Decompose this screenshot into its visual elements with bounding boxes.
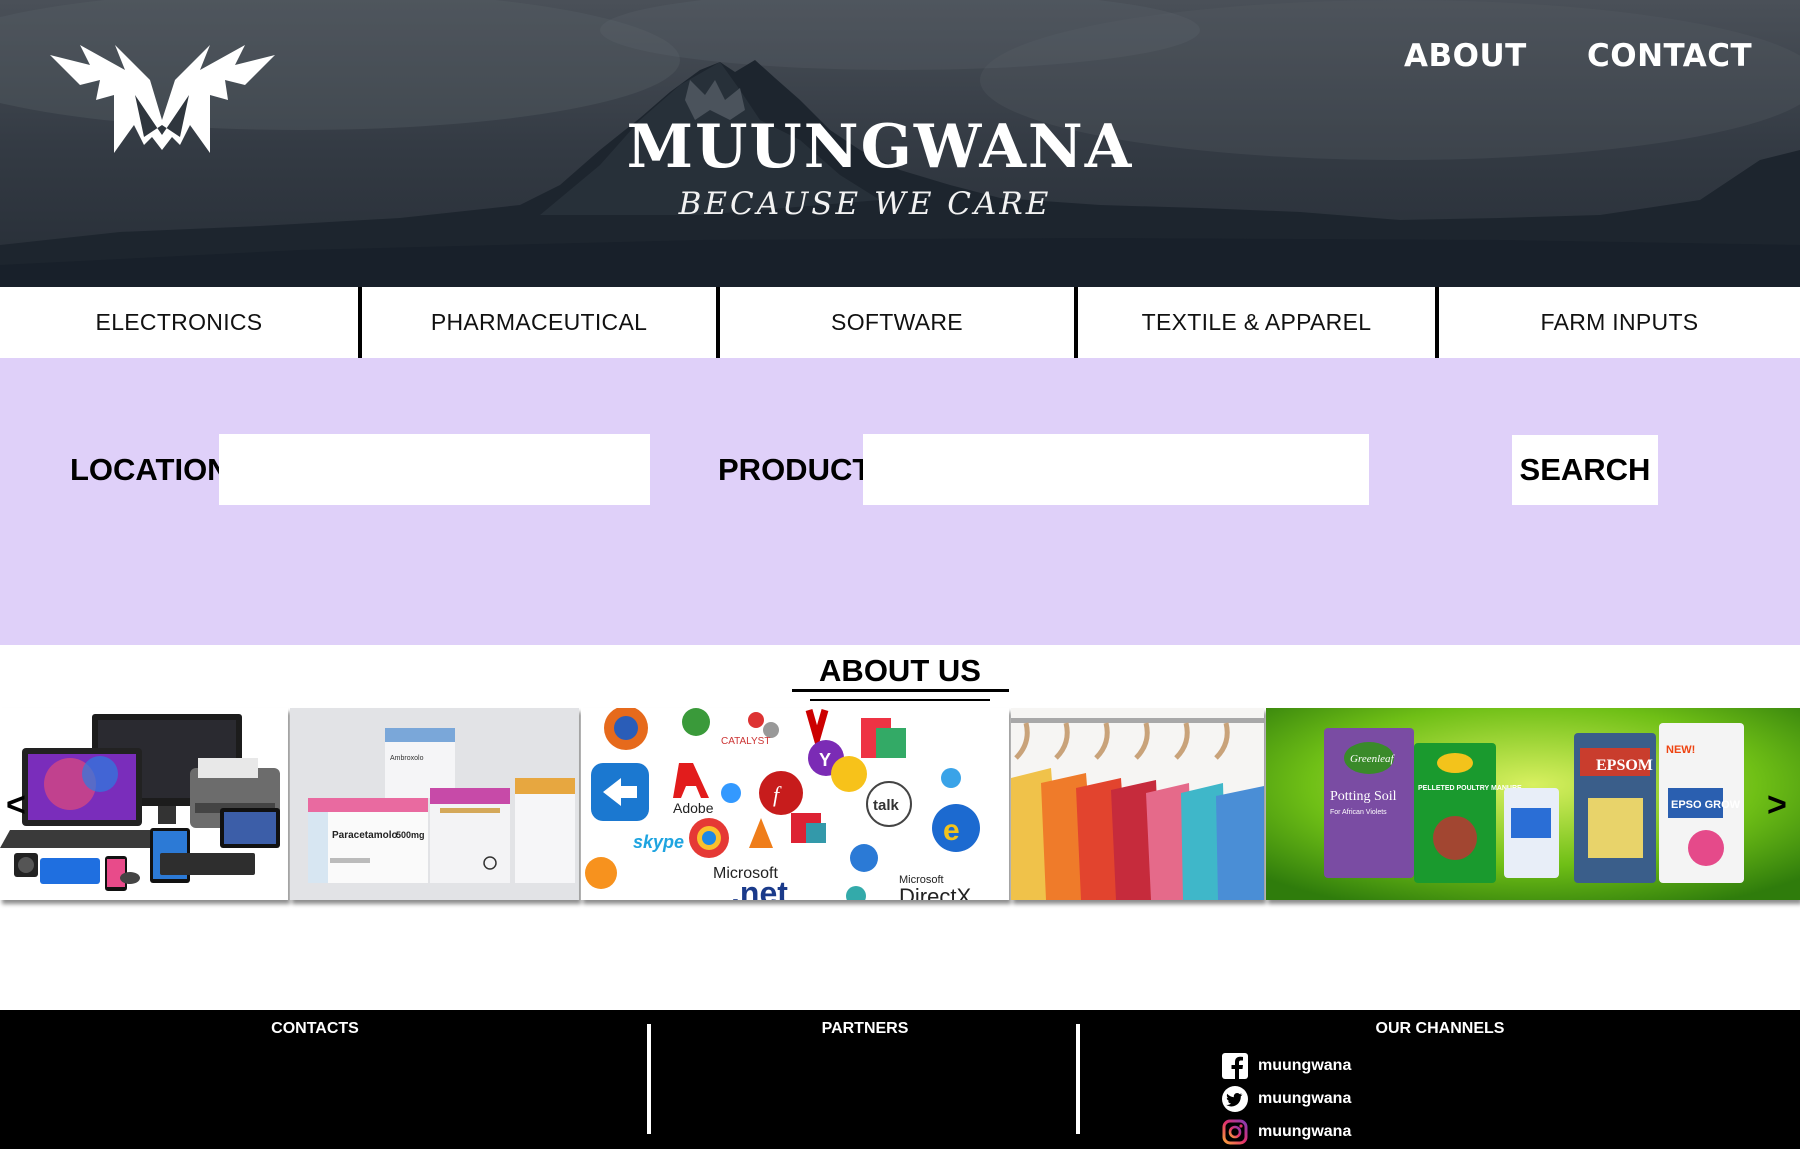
hero-banner: ABOUT CONTACT MUUNGWANA BECAUSE WE CARE	[0, 0, 1800, 287]
brand-title: MUUNGWANA	[626, 112, 1134, 182]
dotnet-label: .net	[731, 875, 788, 900]
tab-software[interactable]: SOFTWARE	[720, 287, 1078, 358]
ambroxolo-label: Ambroxolo	[390, 755, 424, 762]
greenleaf-label: Greenleaf	[1350, 753, 1396, 765]
category-tabs: ELECTRONICS PHARMACEUTICAL SOFTWARE TEXT…	[0, 287, 1800, 358]
twitter-icon	[1222, 1086, 1248, 1112]
channel-twitter[interactable]: muungwana	[1222, 1085, 1351, 1113]
about-underline-secondary	[810, 699, 990, 701]
search-panel: LOCATION PRODUCT SEARCH	[0, 358, 1800, 645]
paracetamolo-label: Paracetamolo	[332, 830, 398, 841]
nav-contact-link[interactable]: CONTACT	[1587, 38, 1752, 74]
epso-grow-label: EPSO GROW	[1671, 799, 1741, 811]
svg-text:Y: Y	[819, 750, 831, 770]
footer-channels-heading: OUR CHANNELS	[1375, 1020, 1505, 1037]
instagram-handle: muungwana	[1258, 1123, 1352, 1140]
product-label: PRODUCT	[718, 452, 872, 487]
search-button[interactable]: SEARCH	[1512, 435, 1658, 505]
instagram-icon	[1222, 1119, 1248, 1145]
about-underline	[792, 689, 1009, 692]
site-footer: CONTACTS PARTNERS OUR CHANNELS muungwana…	[0, 1010, 1800, 1149]
textile-image[interactable]	[1011, 708, 1264, 900]
twitter-handle: muungwana	[1258, 1090, 1352, 1107]
software-image[interactable]: CATALYST Adobe f Y talk e skype Microsof…	[581, 708, 1009, 900]
tab-textile-apparel[interactable]: TEXTILE & APPAREL	[1078, 287, 1439, 358]
new-label: NEW!	[1666, 744, 1695, 756]
product-carousel: Ambroxolo Paracetamolo 500mg CATALYST Ad…	[0, 708, 1800, 903]
directx-label: DirectX	[899, 884, 971, 900]
carousel-next-button[interactable]: >	[1767, 786, 1787, 825]
skype-label: skype	[633, 832, 684, 852]
tab-farm-inputs[interactable]: FARM INPUTS	[1439, 287, 1800, 358]
footer-partners-heading: PARTNERS	[821, 1020, 909, 1037]
channel-facebook[interactable]: muungwana	[1222, 1052, 1351, 1080]
footer-contacts-heading: CONTACTS	[271, 1020, 359, 1037]
brand-tagline: BECAUSE WE CARE	[678, 186, 1052, 222]
adobe-label: Adobe	[673, 800, 714, 816]
pharmaceutical-image[interactable]: Ambroxolo Paracetamolo 500mg	[290, 708, 579, 900]
channel-instagram[interactable]: muungwana	[1222, 1118, 1351, 1146]
footer-divider	[1076, 1024, 1080, 1134]
location-label: LOCATION	[70, 452, 230, 487]
about-us-heading: ABOUT US	[819, 653, 981, 688]
catalyst-label: CATALYST	[721, 736, 770, 747]
farm-inputs-image[interactable]: Greenleaf Potting Soil For African Viole…	[1266, 708, 1800, 900]
dosage-label: 500mg	[396, 830, 425, 840]
facebook-handle: muungwana	[1258, 1057, 1352, 1074]
epsom-label: EPSOM	[1596, 757, 1653, 774]
location-input[interactable]	[219, 434, 650, 505]
product-input[interactable]	[863, 434, 1369, 505]
footer-divider	[647, 1024, 651, 1134]
african-violets-label: For African Violets	[1330, 809, 1387, 816]
svg-text:e: e	[943, 814, 960, 847]
tab-electronics[interactable]: ELECTRONICS	[0, 287, 362, 358]
nav-about-link[interactable]: ABOUT	[1404, 38, 1527, 74]
talk-label: talk	[873, 797, 900, 814]
tab-pharmaceutical[interactable]: PHARMACEUTICAL	[362, 287, 720, 358]
potting-soil-label: Potting Soil	[1330, 789, 1397, 804]
carousel-prev-button[interactable]: <	[6, 786, 26, 825]
facebook-icon	[1222, 1053, 1248, 1079]
electronics-image[interactable]	[0, 708, 288, 900]
